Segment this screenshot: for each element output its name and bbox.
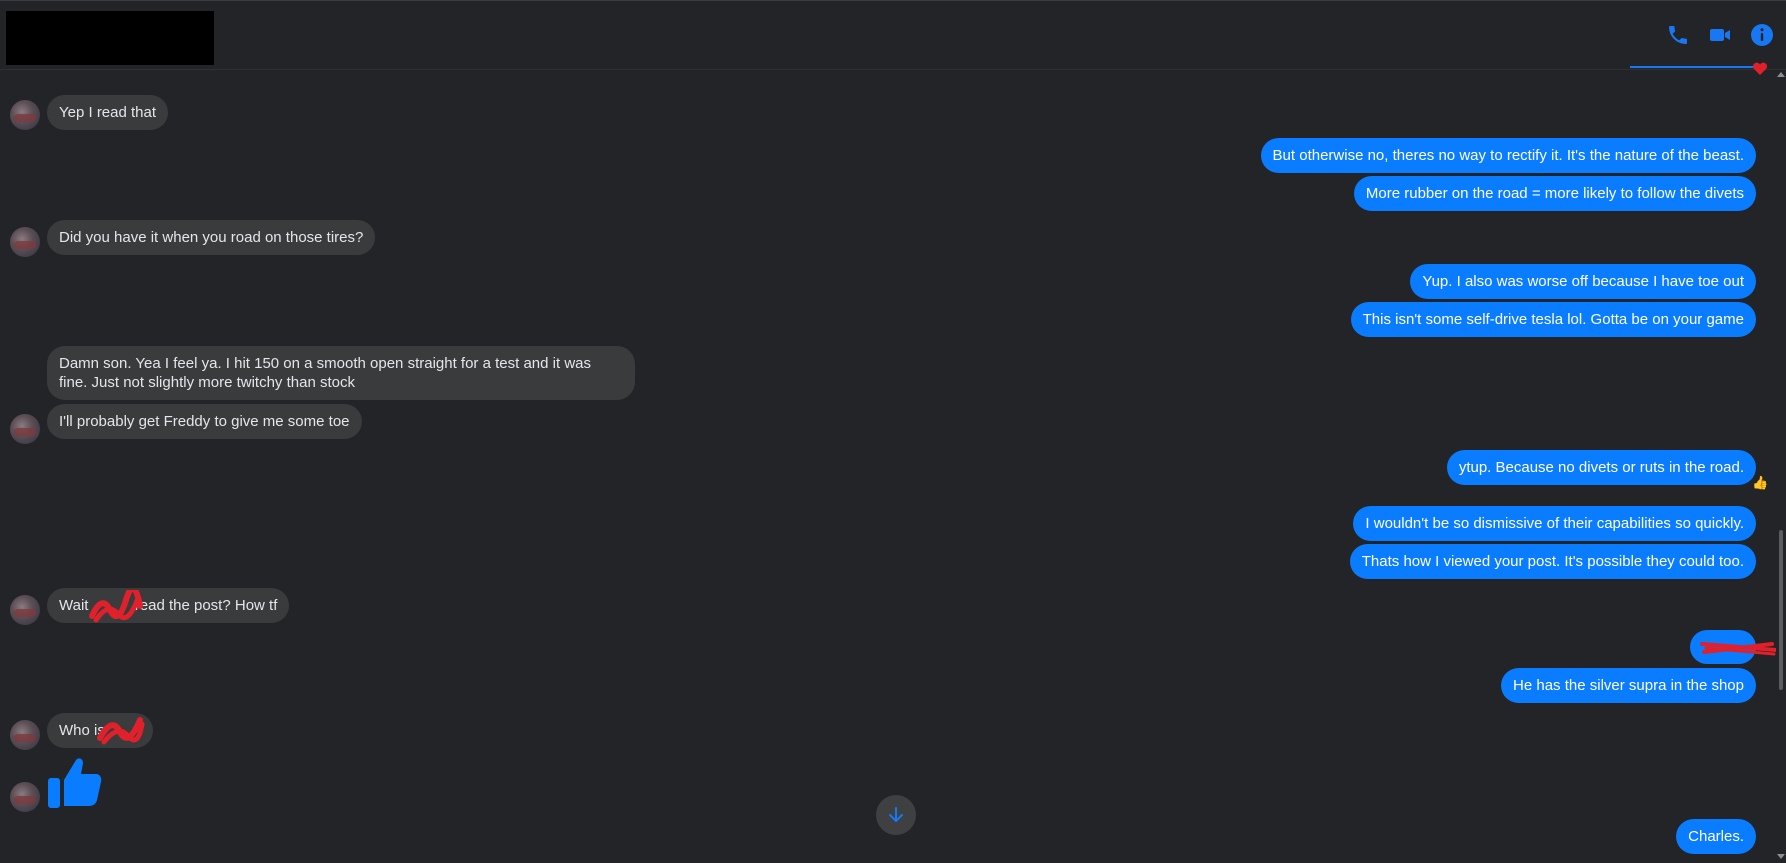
outgoing-message: ytup. Because no divets or ruts in the r… (1446, 450, 1756, 485)
message-text-end: read the post? How tf (130, 597, 278, 614)
contact-avatar[interactable] (10, 414, 40, 444)
outgoing-message: Thats how I viewed your post. It's possi… (1349, 544, 1756, 579)
thumbs-up-icon (48, 758, 102, 808)
outgoing-message-redacted (1690, 630, 1756, 664)
incoming-message: Did you have it when you road on those t… (47, 220, 376, 255)
scrollbar-thumb[interactable] (1779, 530, 1783, 690)
info-icon[interactable] (1748, 21, 1776, 49)
outgoing-message: But otherwise no, theres no way to recti… (1260, 138, 1756, 173)
redacted-contact-name (6, 11, 214, 65)
thumbs-up-reaction-icon: 👍 (1752, 475, 1769, 490)
conversation-header (0, 0, 1786, 70)
outgoing-message: Charles. (1676, 819, 1756, 854)
scrollbar[interactable] (1776, 70, 1786, 863)
contact-avatar[interactable] (10, 595, 40, 625)
outgoing-message: He has the silver supra in the shop (1501, 668, 1756, 703)
outgoing-message: More rubber on the road = more likely to… (1353, 176, 1756, 211)
message-thread: Yep I read that But otherwise no, theres… (0, 70, 1778, 863)
outgoing-message: This isn't some self-drive tesla lol. Go… (1350, 302, 1756, 337)
message-text-start: Wait (59, 597, 93, 614)
arrow-down-icon (889, 807, 903, 822)
incoming-message: Who is (47, 713, 153, 748)
header-divider (1630, 66, 1756, 68)
phone-icon[interactable] (1664, 21, 1692, 49)
incoming-message: I'll probably get Freddy to give me some… (47, 404, 362, 439)
incoming-message: Wait read the post? How tf (47, 588, 290, 623)
incoming-message: Yep I read that (47, 95, 169, 130)
outgoing-message: Yup. I also was worse off because I have… (1410, 264, 1756, 299)
scroll-to-bottom-button[interactable] (876, 795, 916, 835)
outgoing-message: I wouldn't be so dismissive of their cap… (1353, 506, 1756, 541)
incoming-message: Damn son. Yea I feel ya. I hit 150 on a … (47, 346, 635, 400)
contact-avatar[interactable] (10, 720, 40, 750)
message-text: Who is (59, 722, 105, 739)
scroll-up-arrow-icon[interactable] (1777, 72, 1785, 77)
contact-avatar[interactable] (10, 227, 40, 257)
contact-avatar[interactable] (10, 100, 40, 130)
video-camera-icon[interactable] (1706, 21, 1734, 49)
contact-avatar[interactable] (10, 782, 40, 812)
scroll-down-arrow-icon[interactable] (1777, 854, 1785, 859)
